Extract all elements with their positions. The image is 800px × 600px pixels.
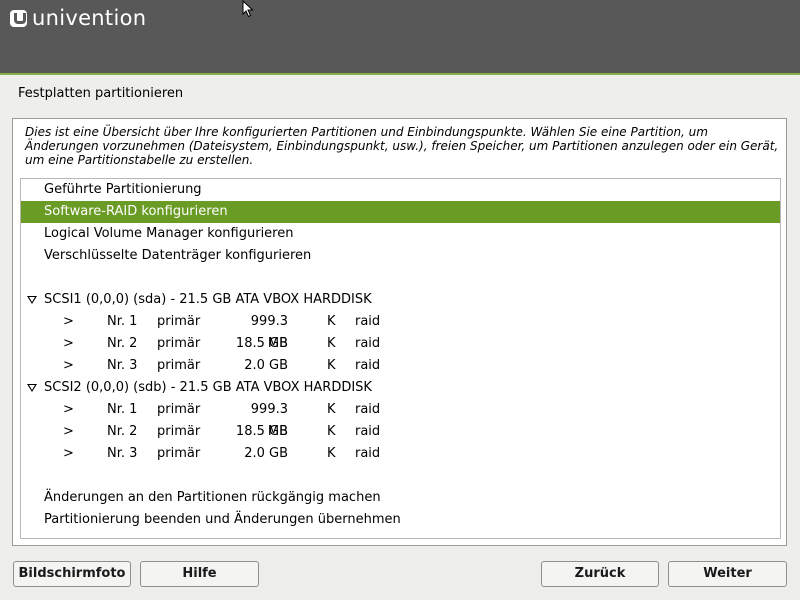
partition-flag: K bbox=[327, 358, 336, 373]
univention-logo-icon bbox=[10, 9, 27, 27]
brand-logo: univention bbox=[10, 6, 147, 30]
list-item-encrypted-volumes[interactable]: Verschlüsselte Datenträger konfigurieren bbox=[21, 245, 780, 267]
list-item-guided-partitioning[interactable]: Geführte Partitionierung bbox=[21, 179, 780, 201]
chevron-right-icon: > bbox=[63, 358, 74, 373]
partition-type: primär bbox=[157, 314, 201, 329]
partition-type: primär bbox=[157, 402, 201, 417]
list-item-undo-changes[interactable]: Änderungen an den Partitionen rückgängig… bbox=[21, 487, 780, 509]
disk-row-sda[interactable]: SCSI1 (0,0,0) (sda) - 21.5 GB ATA VBOX H… bbox=[21, 289, 780, 311]
partition-type: primär bbox=[157, 424, 201, 439]
list-item-lvm[interactable]: Logical Volume Manager konfigurieren bbox=[21, 223, 780, 245]
partition-row[interactable]: > Nr. 3 primär 2.0 GB K raid bbox=[21, 443, 780, 465]
next-button[interactable]: Weiter bbox=[668, 561, 787, 587]
partition-number: Nr. 1 bbox=[107, 314, 138, 329]
partition-size: 18.5 GB bbox=[235, 336, 288, 351]
partition-flag: K bbox=[327, 446, 336, 461]
screenshot-button[interactable]: Bildschirmfoto bbox=[13, 561, 131, 587]
partition-type: primär bbox=[157, 336, 201, 351]
partition-flag: K bbox=[327, 314, 336, 329]
list-item-finish-partitioning[interactable]: Partitionierung beenden und Änderungen ü… bbox=[21, 509, 780, 531]
partition-row[interactable]: > Nr. 3 primär 2.0 GB K raid bbox=[21, 355, 780, 377]
list-item-software-raid[interactable]: Software-RAID konfigurieren bbox=[21, 201, 780, 223]
partition-row[interactable]: > Nr. 1 primär 999.3 MB K raid bbox=[21, 399, 780, 439]
partition-list[interactable]: Geführte Partitionierung Software-RAID k… bbox=[20, 178, 781, 539]
partition-number: Nr. 3 bbox=[107, 358, 138, 373]
partition-size: 2.0 GB bbox=[244, 358, 288, 373]
header-accent-line bbox=[0, 73, 800, 75]
back-button[interactable]: Zurück bbox=[541, 561, 659, 587]
partition-number: Nr. 3 bbox=[107, 446, 138, 461]
partition-filesystem: raid bbox=[355, 336, 381, 351]
chevron-right-icon: > bbox=[63, 336, 74, 351]
partition-size: 2.0 GB bbox=[244, 446, 288, 461]
partition-flag: K bbox=[327, 336, 336, 351]
triangle-down-icon[interactable] bbox=[27, 384, 37, 392]
partition-filesystem: raid bbox=[355, 358, 381, 373]
partition-filesystem: raid bbox=[355, 314, 381, 329]
brand-name: univention bbox=[32, 6, 147, 30]
partition-number: Nr. 1 bbox=[107, 402, 138, 417]
description-text: Dies ist eine Übersicht über Ihre konfig… bbox=[25, 125, 779, 167]
chevron-right-icon: > bbox=[63, 402, 74, 417]
chevron-right-icon: > bbox=[63, 314, 74, 329]
page-title: Festplatten partitionieren bbox=[18, 86, 184, 101]
chevron-right-icon: > bbox=[63, 424, 74, 439]
header-bar: univention bbox=[0, 0, 800, 73]
partition-filesystem: raid bbox=[355, 402, 381, 417]
partition-number: Nr. 2 bbox=[107, 336, 138, 351]
partition-filesystem: raid bbox=[355, 446, 381, 461]
partition-flag: K bbox=[327, 424, 336, 439]
partition-type: primär bbox=[157, 358, 201, 373]
help-button[interactable]: Hilfe bbox=[140, 561, 259, 587]
partition-flag: K bbox=[327, 402, 336, 417]
disk-row-sdb[interactable]: SCSI2 (0,0,0) (sdb) - 21.5 GB ATA VBOX H… bbox=[21, 377, 780, 399]
content-panel: Dies ist eine Übersicht über Ihre konfig… bbox=[12, 118, 787, 546]
partition-row[interactable]: > Nr. 1 primär 999.3 MB K raid bbox=[21, 311, 780, 351]
partition-filesystem: raid bbox=[355, 424, 381, 439]
partition-row[interactable]: > Nr. 2 primär 18.5 GB K raid bbox=[21, 333, 780, 355]
partition-size: 18.5 GB bbox=[235, 424, 288, 439]
partition-type: primär bbox=[157, 446, 201, 461]
chevron-right-icon: > bbox=[63, 446, 74, 461]
partition-number: Nr. 2 bbox=[107, 424, 138, 439]
triangle-down-icon[interactable] bbox=[27, 296, 37, 304]
partition-row[interactable]: > Nr. 2 primär 18.5 GB K raid bbox=[21, 421, 780, 443]
mouse-pointer-icon bbox=[242, 0, 254, 18]
